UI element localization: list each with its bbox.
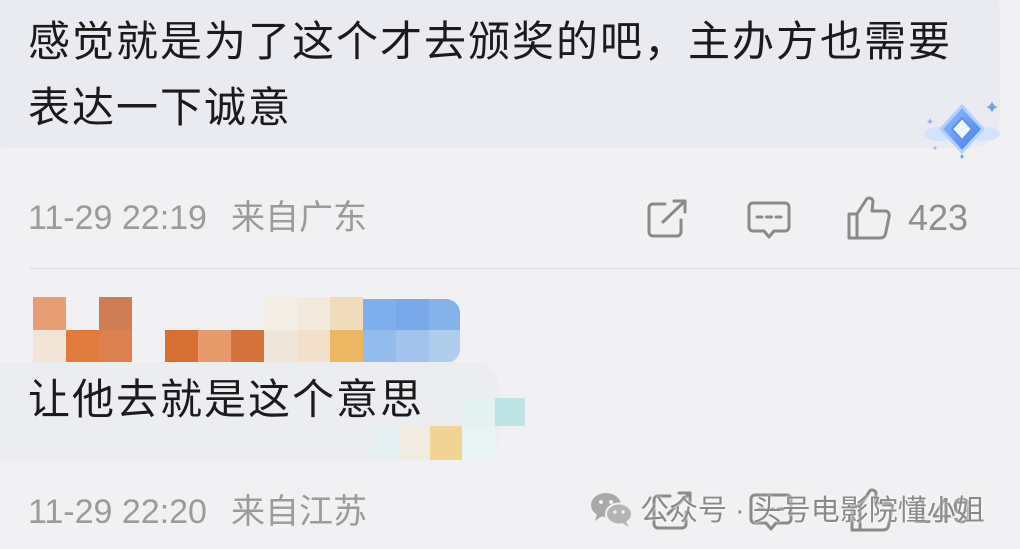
watermark-text: 公众号 · 头号电影院懂小姐 bbox=[640, 495, 985, 527]
mosaic-block bbox=[297, 330, 330, 363]
mosaic-block bbox=[396, 330, 429, 363]
share-icon[interactable] bbox=[645, 198, 689, 240]
comment-meta: 11-29 22:20 来自江苏 bbox=[28, 492, 367, 532]
comment-thread: 感觉就是为了这个才去颁奖的吧，主办方也需要表达一下诚意 11-29 22:19 来… bbox=[0, 0, 1020, 549]
pixelated-username bbox=[33, 297, 463, 363]
comment-location: 来自江苏 bbox=[230, 493, 367, 531]
comment-icon[interactable] bbox=[746, 199, 792, 241]
mosaic-block bbox=[165, 330, 198, 363]
mosaic-block bbox=[99, 330, 132, 363]
mosaic-block bbox=[363, 330, 396, 363]
mosaic-block bbox=[33, 297, 66, 330]
mosaic-block bbox=[429, 330, 460, 363]
mosaic-block bbox=[66, 330, 99, 363]
comment-meta: 11-29 22:19 来自广东 bbox=[28, 198, 367, 238]
comment-text: 感觉就是为了这个才去颁奖的吧，主办方也需要表达一下诚意 bbox=[28, 18, 953, 131]
mosaic-block bbox=[99, 297, 132, 330]
comment-location: 来自广东 bbox=[230, 199, 367, 237]
mosaic-block bbox=[33, 330, 66, 363]
divider bbox=[30, 268, 1020, 269]
like-count: 423 bbox=[908, 197, 969, 238]
mosaic-block bbox=[264, 297, 297, 330]
mosaic-block bbox=[429, 299, 460, 330]
mosaic-block bbox=[297, 297, 330, 330]
comment-time: 11-29 22:19 bbox=[28, 199, 207, 237]
mosaic-block bbox=[363, 299, 396, 330]
wechat-icon bbox=[590, 490, 634, 528]
comment-time: 11-29 22:20 bbox=[28, 493, 207, 531]
diamond-badge-icon bbox=[922, 98, 1000, 160]
like-button[interactable]: 423 bbox=[845, 194, 980, 242]
thumbs-up-icon[interactable] bbox=[845, 194, 893, 242]
mosaic-block bbox=[396, 299, 429, 330]
mosaic-block bbox=[330, 330, 363, 363]
comment-text: 让他去就是这个意思 bbox=[28, 376, 425, 423]
mosaic-block bbox=[198, 330, 231, 363]
mosaic-block bbox=[264, 330, 297, 363]
mosaic-block bbox=[330, 297, 363, 330]
mosaic-block bbox=[231, 330, 264, 363]
